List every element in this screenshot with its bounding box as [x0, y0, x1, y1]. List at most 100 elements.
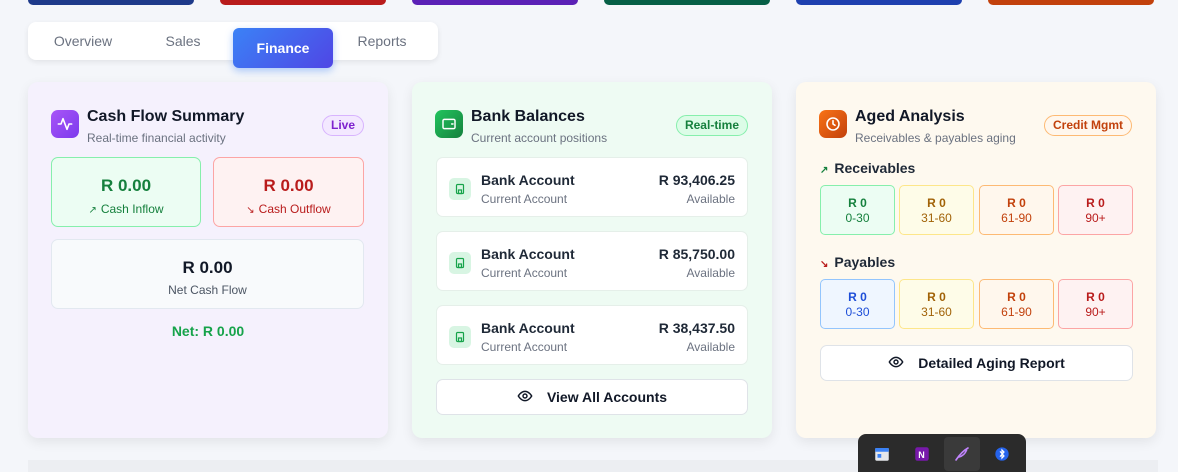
- cash-outflow-row: ↘ Cash Outflow: [214, 202, 363, 216]
- arrow-down-right-icon: ↘: [246, 205, 255, 216]
- bank-account-row[interactable]: Bank Account Current Account R 85,750.00…: [436, 231, 748, 291]
- strip-5: [796, 0, 962, 5]
- svg-text:N: N: [918, 450, 925, 460]
- live-badge: Live: [321, 115, 364, 136]
- cash-inflow-row: ↗ Cash Inflow: [52, 202, 200, 216]
- eye-icon: [888, 354, 904, 373]
- aging-range: 90+: [1085, 305, 1106, 319]
- receivables-0-30: R 0 0-30: [820, 185, 895, 235]
- bank-account-name: Bank Account: [481, 172, 575, 188]
- aging-range: 61-90: [1001, 211, 1032, 225]
- bank-balances-title: Bank Balances: [471, 108, 585, 125]
- tab-reports[interactable]: Reports: [346, 22, 418, 60]
- cash-inflow-value: R 0.00: [100, 176, 152, 195]
- strip-1: [28, 0, 194, 5]
- aging-range: 0-30: [845, 305, 870, 319]
- aging-range: 31-60: [921, 305, 952, 319]
- aging-value: R 0: [848, 290, 867, 304]
- dashboard-tabs: Overview Sales Finance Reports: [28, 22, 438, 68]
- arrow-down-right-icon: ↘: [820, 259, 829, 270]
- bank-account-type: Current Account: [481, 340, 568, 354]
- cash-outflow-box: R 0.00 ↘ Cash Outflow: [213, 157, 364, 227]
- strip-4: [604, 0, 770, 5]
- cash-outflow-label: Cash Outflow: [258, 202, 331, 216]
- bank-account-status: Available: [686, 192, 735, 206]
- bank-account-row[interactable]: Bank Account Current Account R 38,437.50…: [436, 305, 748, 365]
- strip-2: [220, 0, 386, 5]
- tab-finance[interactable]: Finance: [233, 28, 333, 68]
- clock-icon: [819, 110, 847, 138]
- payables-31-60: R 0 31-60: [899, 279, 974, 329]
- real-time-badge: Real-time: [675, 115, 748, 136]
- arrow-up-right-icon: ↗: [88, 205, 97, 216]
- aging-value: R 0: [1086, 196, 1105, 210]
- net-summary: Net: R 0.00: [171, 323, 245, 339]
- bluetooth-icon[interactable]: [990, 442, 1014, 466]
- strip-6: [988, 0, 1154, 5]
- bank-account-type: Current Account: [481, 192, 568, 206]
- bank-icon: [449, 178, 471, 200]
- aging-range: 90+: [1085, 211, 1106, 225]
- aged-analysis-title: Aged Analysis: [855, 108, 965, 125]
- aging-value: R 0: [927, 196, 946, 210]
- aging-range: 31-60: [921, 211, 952, 225]
- bank-account-status: Available: [686, 266, 735, 280]
- strip-3: [412, 0, 578, 5]
- onenote-icon[interactable]: N: [910, 442, 934, 466]
- tab-overview[interactable]: Overview: [40, 22, 126, 60]
- bank-account-type: Current Account: [481, 266, 568, 280]
- bank-account-amount: R 38,437.50: [658, 320, 735, 336]
- top-card-strips: [0, 0, 1178, 6]
- view-all-accounts-label: View All Accounts: [546, 389, 668, 405]
- tab-sales[interactable]: Sales: [148, 22, 218, 60]
- bank-account-amount: R 85,750.00: [658, 246, 735, 262]
- receivables-61-90: R 0 61-90: [979, 185, 1054, 235]
- receivables-label: Receivables: [834, 160, 916, 176]
- bank-account-name: Bank Account: [481, 246, 575, 262]
- receivables-31-60: R 0 31-60: [899, 185, 974, 235]
- cash-inflow-box: R 0.00 ↗ Cash Inflow: [51, 157, 201, 227]
- aged-analysis-subtitle: Receivables & payables aging: [855, 131, 1016, 145]
- aging-range: 0-30: [845, 211, 870, 225]
- payables-90-plus: R 0 90+: [1058, 279, 1133, 329]
- net-cash-flow-label: Net Cash Flow: [168, 283, 247, 297]
- feather-app-icon[interactable]: [944, 437, 980, 471]
- payables-61-90: R 0 61-90: [979, 279, 1054, 329]
- net-cash-flow-box: R 0.00 Net Cash Flow: [51, 239, 364, 309]
- receivables-heading: ↗ Receivables: [820, 160, 915, 176]
- arrow-up-right-icon: ↗: [820, 165, 829, 176]
- bank-icon: [449, 252, 471, 274]
- bank-balances-card: Bank Balances Current account positions …: [412, 82, 772, 438]
- aging-value: R 0: [1007, 290, 1026, 304]
- bank-account-row[interactable]: Bank Account Current Account R 93,406.25…: [436, 157, 748, 217]
- aging-range: 61-90: [1001, 305, 1032, 319]
- aging-value: R 0: [927, 290, 946, 304]
- cash-flow-title: Cash Flow Summary: [87, 108, 245, 125]
- cash-outflow-value: R 0.00: [263, 176, 314, 195]
- credit-mgmt-badge: Credit Mgmt: [1044, 115, 1132, 136]
- bank-account-status: Available: [686, 340, 735, 354]
- cash-flow-subtitle: Real-time financial activity: [87, 131, 226, 145]
- taskbar: N: [858, 434, 1026, 472]
- cash-flow-card: Cash Flow Summary Real-time financial ac…: [28, 82, 388, 438]
- aging-value: R 0: [848, 196, 867, 210]
- bank-account-amount: R 93,406.25: [658, 172, 735, 188]
- aging-value: R 0: [1086, 290, 1105, 304]
- payables-0-30: R 0 0-30: [820, 279, 895, 329]
- payables-label: Payables: [834, 254, 896, 270]
- payables-heading: ↘ Payables: [820, 254, 895, 270]
- bank-account-name: Bank Account: [481, 320, 575, 336]
- activity-icon: [51, 110, 79, 138]
- detailed-aging-report-button[interactable]: Detailed Aging Report: [820, 345, 1133, 381]
- aged-analysis-card: Aged Analysis Receivables & payables agi…: [796, 82, 1156, 438]
- bank-balances-subtitle: Current account positions: [471, 131, 608, 145]
- bank-icon: [449, 326, 471, 348]
- calendar-app-icon[interactable]: [870, 442, 894, 466]
- receivables-90-plus: R 0 90+: [1058, 185, 1133, 235]
- cash-inflow-label: Cash Inflow: [100, 202, 164, 216]
- aging-value: R 0: [1007, 196, 1026, 210]
- detailed-aging-report-label: Detailed Aging Report: [918, 355, 1065, 371]
- view-all-accounts-button[interactable]: View All Accounts: [436, 379, 748, 415]
- eye-icon: [517, 388, 533, 407]
- net-cash-flow-value: R 0.00: [182, 258, 233, 277]
